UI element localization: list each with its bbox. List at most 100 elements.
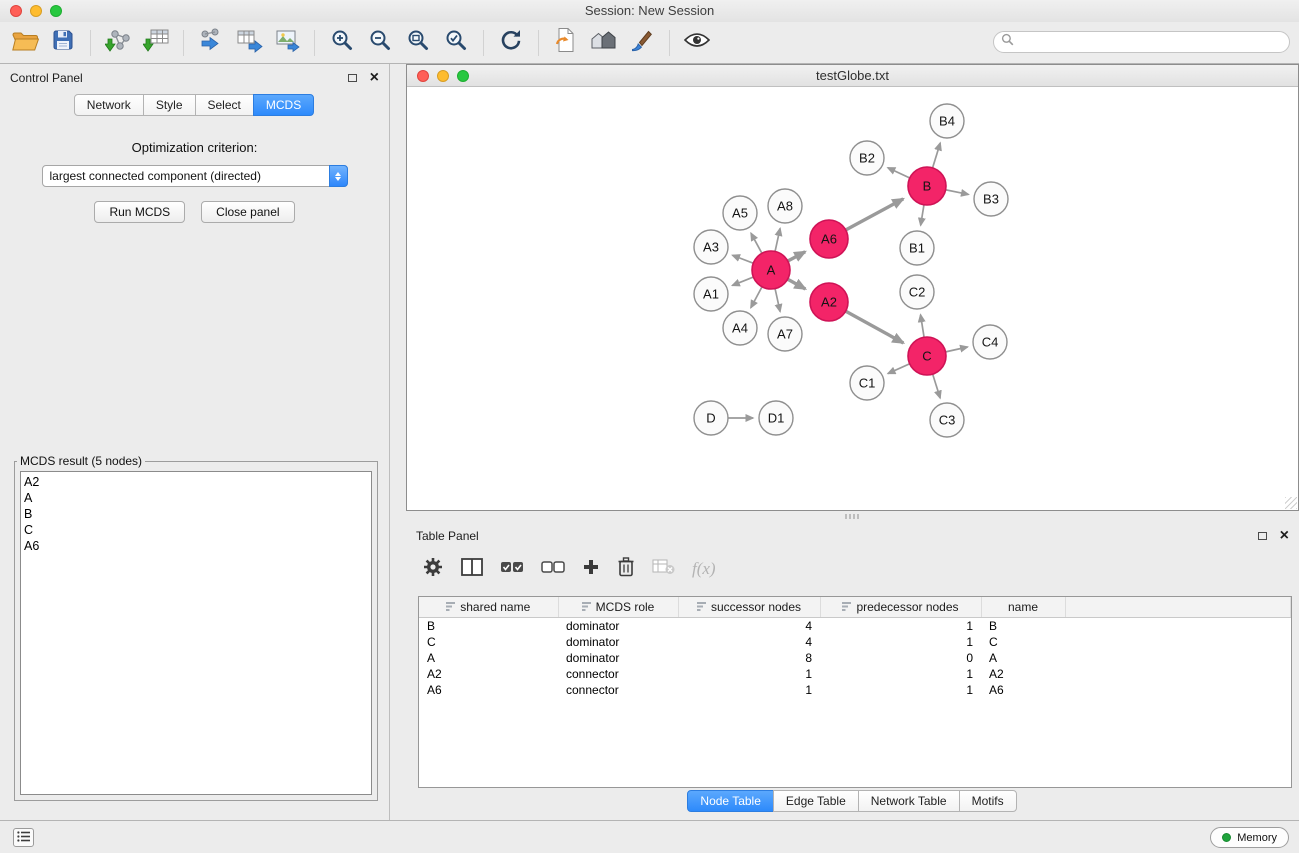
refresh-button[interactable]: [492, 26, 530, 60]
network-node-A1[interactable]: A1: [694, 277, 728, 311]
network-node-B2[interactable]: B2: [850, 141, 884, 175]
network-canvas[interactable]: B4 B2 B B3 A5 A8A6 A3 B1 A C2 A1 A2 A4 A7 C4 C C1 C3 D D1: [407, 87, 1298, 510]
function-builder-button[interactable]: f(x): [692, 559, 716, 579]
network-node-A7[interactable]: A7: [768, 317, 802, 351]
network-node-C4[interactable]: C4: [973, 325, 1007, 359]
cell-name: A6: [981, 682, 1065, 698]
cell-shared_name: A: [419, 650, 558, 666]
mcds-result-item[interactable]: A: [24, 490, 368, 506]
panel-splitter-handle[interactable]: [845, 514, 859, 519]
table-settings-button[interactable]: [422, 556, 444, 583]
criterion-value: largest connected component (directed): [50, 169, 261, 183]
table-row[interactable]: A6connector11A6: [419, 682, 1291, 698]
node-table-container: shared name MCDS role successor nodes pr…: [418, 596, 1292, 788]
tab-network-table[interactable]: Network Table: [858, 790, 960, 812]
sort-icon: [446, 602, 455, 611]
zoom-selected-button[interactable]: [437, 26, 475, 60]
network-window-titlebar[interactable]: testGlobe.txt: [407, 65, 1298, 87]
create-column-button[interactable]: [582, 558, 600, 581]
network-node-B[interactable]: B: [908, 167, 946, 205]
search-input[interactable]: [1018, 35, 1289, 49]
network-node-C2[interactable]: C2: [900, 275, 934, 309]
network-graph: B4 B2 B B3 A5 A8A6 A3 B1 A C2 A1 A2 A4 A7 C4 C C1 C3 D D1: [407, 87, 1298, 510]
cell-successor: 1: [678, 666, 820, 682]
network-node-A3[interactable]: A3: [694, 230, 728, 264]
mcds-result-item[interactable]: C: [24, 522, 368, 538]
cell-empty: [1065, 666, 1291, 682]
column-header-shared-name[interactable]: shared name: [419, 597, 558, 617]
zoom-out-button[interactable]: [361, 26, 399, 60]
column-header-successor-nodes[interactable]: successor nodes: [678, 597, 820, 617]
column-header-predecessor-nodes[interactable]: predecessor nodes: [820, 597, 981, 617]
style-brush-button[interactable]: [623, 26, 661, 60]
float-panel-icon[interactable]: [348, 74, 357, 82]
mcds-result-title: MCDS result (5 nodes): [17, 454, 145, 468]
show-columns-button[interactable]: [461, 558, 483, 581]
network-node-C1[interactable]: C1: [850, 366, 884, 400]
tab-style[interactable]: Style: [143, 94, 196, 116]
unselect-all-columns-button[interactable]: [541, 559, 565, 580]
import-table-button[interactable]: [137, 26, 175, 60]
table-row[interactable]: Adominator80A: [419, 650, 1291, 666]
table-row[interactable]: Bdominator41B: [419, 617, 1291, 634]
svg-text:A: A: [767, 263, 776, 278]
open-session-button[interactable]: [6, 26, 44, 60]
network-node-B1[interactable]: B1: [900, 231, 934, 265]
show-panel-button[interactable]: [13, 828, 34, 847]
import-network-button[interactable]: [99, 26, 137, 60]
svg-text:C1: C1: [859, 376, 876, 391]
tab-edge-table[interactable]: Edge Table: [773, 790, 859, 812]
table-row[interactable]: Cdominator41C: [419, 634, 1291, 650]
network-node-A5[interactable]: A5: [723, 196, 757, 230]
delete-table-button[interactable]: [652, 559, 675, 580]
export-table-button[interactable]: [230, 26, 268, 60]
memory-button[interactable]: Memory: [1210, 827, 1289, 848]
column-header-mcds-role[interactable]: MCDS role: [558, 597, 678, 617]
tab-node-table[interactable]: Node Table: [687, 790, 774, 812]
mcds-result-item[interactable]: A2: [24, 474, 368, 490]
tab-network[interactable]: Network: [74, 94, 144, 116]
column-header-empty: [1065, 597, 1291, 617]
network-node-D[interactable]: D: [694, 401, 728, 435]
float-table-panel-icon[interactable]: [1258, 532, 1267, 540]
network-node-A2[interactable]: A2: [810, 283, 848, 321]
close-table-panel-icon[interactable]: ×: [1280, 529, 1289, 543]
mcds-result-item[interactable]: A6: [24, 538, 368, 554]
tab-select[interactable]: Select: [195, 94, 254, 116]
close-panel-button[interactable]: Close panel: [201, 201, 294, 223]
eye-icon: [684, 31, 710, 54]
network-node-B3[interactable]: B3: [974, 182, 1008, 216]
zoom-selected-icon: [444, 28, 468, 57]
save-session-button[interactable]: [44, 26, 82, 60]
tab-mcds[interactable]: MCDS: [253, 94, 314, 116]
column-header-name[interactable]: name: [981, 597, 1065, 617]
network-node-A4[interactable]: A4: [723, 311, 757, 345]
export-network-button[interactable]: [192, 26, 230, 60]
titlebar: Session: New Session: [0, 0, 1299, 22]
export-image-button[interactable]: [268, 26, 306, 60]
session-document-button[interactable]: [547, 26, 585, 60]
svg-text:C3: C3: [939, 413, 956, 428]
zoom-in-button[interactable]: [323, 26, 361, 60]
network-node-A8[interactable]: A8: [768, 189, 802, 223]
network-overview-button[interactable]: [585, 26, 623, 60]
mcds-result-list[interactable]: A2ABCA6: [20, 471, 372, 795]
network-node-A6[interactable]: A6: [810, 220, 848, 258]
resize-grip[interactable]: [1285, 497, 1297, 509]
network-node-D1[interactable]: D1: [759, 401, 793, 435]
network-node-C[interactable]: C: [908, 337, 946, 375]
zoom-fit-button[interactable]: [399, 26, 437, 60]
select-all-columns-button[interactable]: [500, 559, 524, 580]
criterion-dropdown[interactable]: largest connected component (directed): [42, 165, 348, 187]
network-node-B4[interactable]: B4: [930, 104, 964, 138]
mcds-result-item[interactable]: B: [24, 506, 368, 522]
network-node-C3[interactable]: C3: [930, 403, 964, 437]
table-row[interactable]: A2connector11A2: [419, 666, 1291, 682]
run-mcds-button[interactable]: Run MCDS: [94, 201, 185, 223]
tab-motifs[interactable]: Motifs: [959, 790, 1017, 812]
show-hide-button[interactable]: [678, 26, 716, 60]
network-node-A[interactable]: A: [752, 251, 790, 289]
search-field[interactable]: [993, 31, 1290, 53]
close-panel-icon[interactable]: ×: [370, 71, 379, 85]
delete-column-button[interactable]: [617, 556, 635, 582]
